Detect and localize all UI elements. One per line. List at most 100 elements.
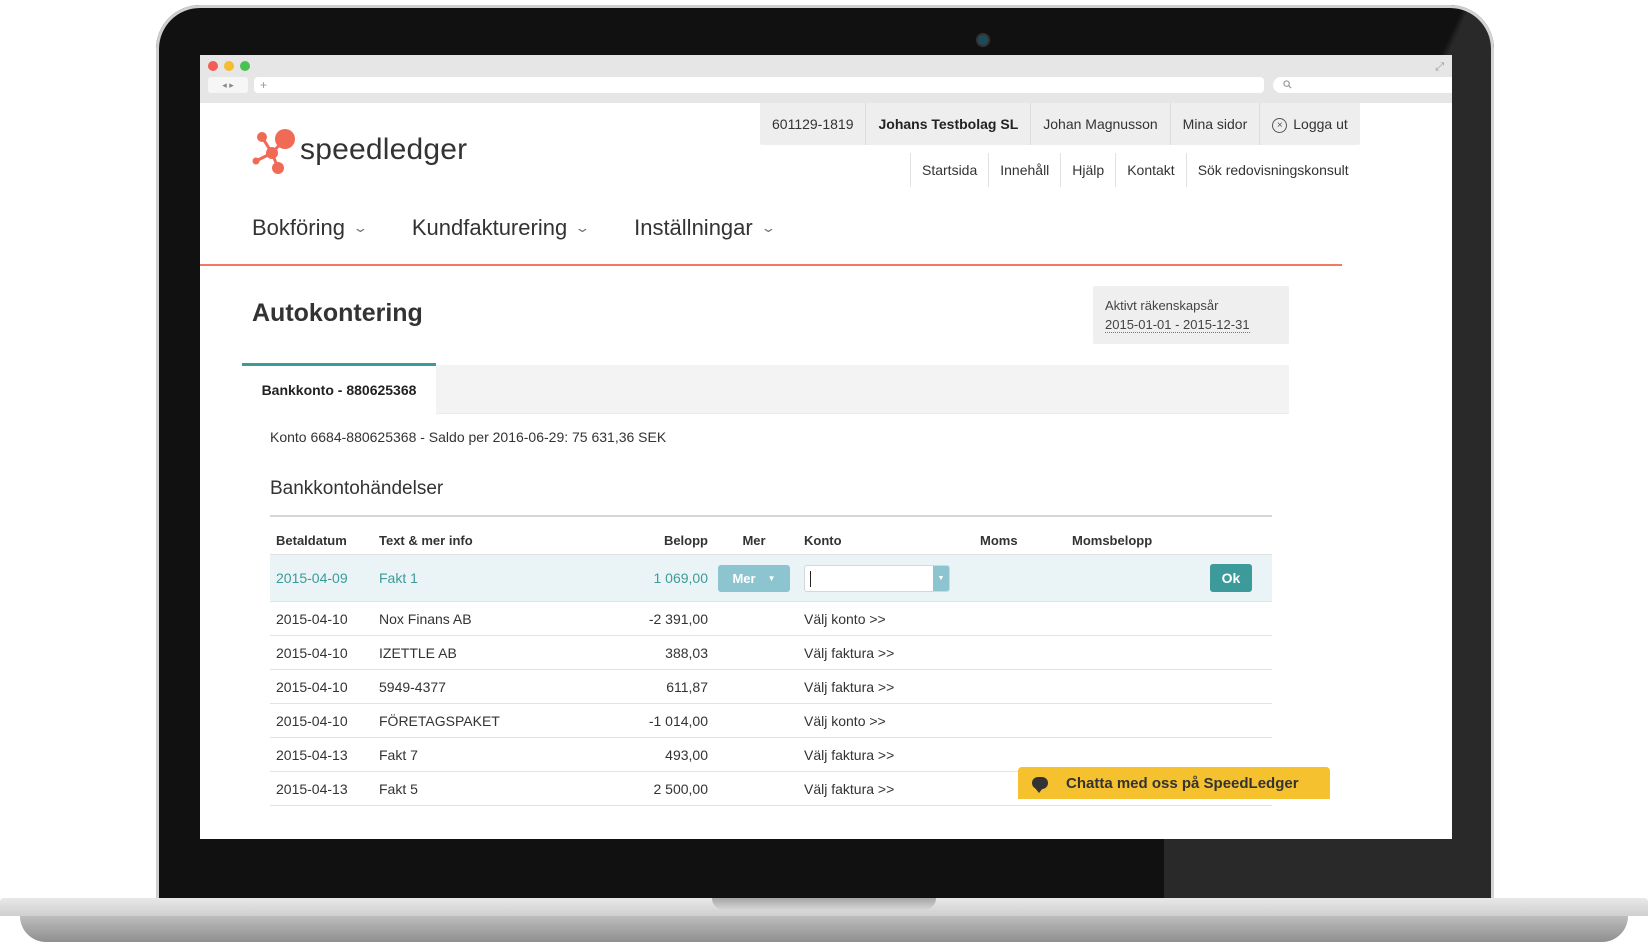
laptop-base-bottom xyxy=(20,916,1628,942)
fullscreen-icon[interactable]: ⤢ xyxy=(1435,61,1444,74)
close-circle-icon: × xyxy=(1272,117,1288,133)
table-row[interactable]: 2015-04-10 5949-4377 611,87 Välj faktura… xyxy=(270,670,1272,704)
transactions-table: Betaldatum Text & mer info Belopp Mer Ko… xyxy=(270,515,1272,806)
camera-dot xyxy=(976,33,990,47)
main-nav-bokforing[interactable]: Bokföring ⌄ xyxy=(252,215,369,241)
nav-sok-konsult[interactable]: Sök redovisningskonsult xyxy=(1185,153,1360,187)
row-date: 2015-04-10 xyxy=(276,678,348,695)
row-ok-cell: Ok xyxy=(1184,564,1272,592)
row-date: 2015-04-10 xyxy=(276,712,348,729)
chat-button[interactable]: Chatta med oss på SpeedLedger xyxy=(1018,767,1330,799)
table-header: Betaldatum Text & mer info Belopp Mer Ko… xyxy=(270,517,1272,555)
nav-divider xyxy=(200,264,1342,266)
chat-bubble-icon xyxy=(1032,777,1048,793)
header-amount: Belopp xyxy=(663,533,708,548)
ok-button[interactable]: Ok xyxy=(1210,564,1252,592)
row-action-link[interactable]: Välj konto >> xyxy=(796,611,972,627)
fiscal-year-box[interactable]: Aktivt räkenskapsår 2015-01-01 - 2015-12… xyxy=(1093,286,1289,344)
header-text: Text & mer info xyxy=(379,533,473,548)
row-amount: -1 014,00 xyxy=(648,712,708,729)
row-amount: 493,00 xyxy=(665,746,708,763)
account-select-input[interactable]: ▼ xyxy=(804,564,950,592)
laptop-base xyxy=(0,898,1648,948)
maximize-window-button[interactable] xyxy=(240,61,250,71)
section-title: Bankkontohändelser xyxy=(270,478,444,499)
browser-search-bar[interactable] xyxy=(1273,77,1452,93)
laptop-notch xyxy=(712,898,936,910)
row-action-link[interactable]: Välj faktura >> xyxy=(796,781,972,797)
main-nav-label: Bokföring xyxy=(252,215,345,240)
tab-bankkonto[interactable]: Bankkonto - 880625368 xyxy=(242,363,436,414)
main-nav-label: Inställningar xyxy=(634,215,753,240)
address-bar[interactable]: + xyxy=(254,77,1264,93)
more-dropdown-button[interactable]: Mer ▼ xyxy=(718,564,790,592)
row-text: Fakt 1 xyxy=(379,570,418,586)
row-text: Nox Finans AB xyxy=(379,610,472,627)
org-number: 601129-1819 xyxy=(760,103,867,145)
row-action-link[interactable]: Välj faktura >> xyxy=(796,645,972,661)
row-text: Fakt 7 xyxy=(379,746,418,763)
logout-label: Logga ut xyxy=(1293,116,1348,132)
tabs-bar: Bankkonto - 880625368 xyxy=(242,363,1289,414)
header-account: Konto xyxy=(804,533,842,548)
fiscal-year-range[interactable]: 2015-01-01 - 2015-12-31 xyxy=(1105,317,1250,333)
logo-text: speedledger xyxy=(300,133,468,166)
row-action-link[interactable]: Välj faktura >> xyxy=(796,679,972,695)
fiscal-year-label: Aktivt räkenskapsår xyxy=(1105,298,1219,313)
secondary-nav: Startsida Innehåll Hjälp Kontakt Sök red… xyxy=(910,153,1360,187)
new-tab-icon[interactable]: + xyxy=(260,78,267,92)
header-vat-amount: Momsbelopp xyxy=(1072,533,1153,548)
row-text: Fakt 5 xyxy=(379,780,418,797)
chevron-down-icon: ⌄ xyxy=(760,220,777,235)
caret-down-icon[interactable]: ▼ xyxy=(933,565,949,591)
user-name[interactable]: Johan Magnusson xyxy=(1031,103,1171,145)
row-action-link[interactable]: Välj konto >> xyxy=(796,713,972,729)
more-button-label: Mer xyxy=(732,570,756,586)
row-text: IZETTLE AB xyxy=(379,644,457,661)
speedledger-logo[interactable]: speedledger xyxy=(252,115,482,175)
row-amount: 1 069,00 xyxy=(653,570,709,586)
nav-innehall[interactable]: Innehåll xyxy=(988,153,1060,187)
chevron-down-icon: ⌄ xyxy=(352,220,369,235)
main-nav: Bokföring ⌄ Kundfakturering ⌄ Inställninga… xyxy=(252,215,820,241)
row-more-cell: Mer ▼ xyxy=(712,564,796,592)
logo-mark-icon xyxy=(252,129,295,174)
minimize-window-button[interactable] xyxy=(224,61,234,71)
header-more: Mer xyxy=(742,533,766,548)
row-amount: -2 391,00 xyxy=(648,610,708,627)
account-balance-line: Konto 6684-880625368 - Saldo per 2016-06… xyxy=(270,429,667,445)
magnifier-icon xyxy=(1283,80,1292,89)
company-name[interactable]: Johans Testbolag SL xyxy=(866,103,1032,145)
user-bar: 601129-1819 Johans Testbolag SL Johan Ma… xyxy=(760,103,1360,145)
nav-hjalp[interactable]: Hjälp xyxy=(1060,153,1115,187)
main-nav-kundfakturering[interactable]: Kundfakturering ⌄ xyxy=(412,215,591,241)
row-action-link[interactable]: Välj faktura >> xyxy=(796,747,972,763)
caret-down-icon: ▼ xyxy=(767,573,776,583)
logout-link[interactable]: × Logga ut xyxy=(1260,103,1360,145)
my-pages-link[interactable]: Mina sidor xyxy=(1171,103,1261,145)
browser-chrome: ◂ ▸ + ⤢ xyxy=(200,55,1452,104)
close-window-button[interactable] xyxy=(208,61,218,71)
table-row-selected[interactable]: 2015-04-09 Fakt 1 1 069,00 Mer ▼ ▼ Ok xyxy=(270,555,1272,602)
row-date: 2015-04-10 xyxy=(276,610,348,627)
back-forward-buttons[interactable]: ◂ ▸ xyxy=(208,77,248,93)
main-nav-installningar[interactable]: Inställningar ⌄ xyxy=(634,215,777,241)
chevron-down-icon: ⌄ xyxy=(574,220,591,235)
chat-label: Chatta med oss på SpeedLedger xyxy=(1066,774,1299,792)
row-text: 5949-4377 xyxy=(379,678,446,695)
web-page: speedledger 601129-1819 Johans Testbolag… xyxy=(200,103,1452,839)
table-row[interactable]: 2015-04-10 Nox Finans AB -2 391,00 Välj … xyxy=(270,602,1272,636)
row-date: 2015-04-13 xyxy=(276,780,348,797)
table-row[interactable]: 2015-04-10 IZETTLE AB 388,03 Välj faktur… xyxy=(270,636,1272,670)
row-text: FÖRETAGSPAKET xyxy=(379,712,500,729)
nav-kontakt[interactable]: Kontakt xyxy=(1115,153,1185,187)
header-vat: Moms xyxy=(980,533,1018,548)
row-date: 2015-04-13 xyxy=(276,746,348,763)
page-title: Autokontering xyxy=(252,299,423,327)
row-account-cell: ▼ xyxy=(796,564,972,592)
nav-startsida[interactable]: Startsida xyxy=(910,153,988,187)
header-date: Betaldatum xyxy=(276,533,347,548)
table-row[interactable]: 2015-04-10 FÖRETAGSPAKET -1 014,00 Välj … xyxy=(270,704,1272,738)
row-amount: 388,03 xyxy=(665,644,708,661)
row-amount: 611,87 xyxy=(666,678,708,695)
